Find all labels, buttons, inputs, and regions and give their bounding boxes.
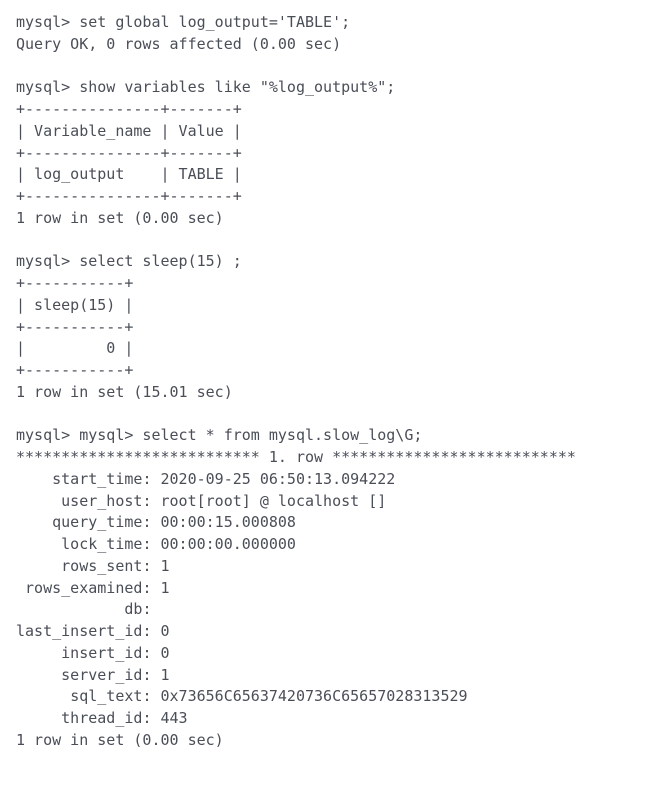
field-query-time: query_time: 00:00:15.000808 bbox=[16, 513, 296, 531]
field-rows-examined: rows_examined: 1 bbox=[16, 579, 170, 597]
cmd-2-border-mid: +---------------+-------+ bbox=[16, 144, 242, 162]
field-lock-time: lock_time: 00:00:00.000000 bbox=[16, 535, 296, 553]
cmd-line-2: mysql> show variables like "%log_output%… bbox=[16, 78, 395, 96]
field-last-insert-id: last_insert_id: 0 bbox=[16, 622, 170, 640]
cmd-2-border-top: +---------------+-------+ bbox=[16, 100, 242, 118]
field-sql-text: sql_text: 0x73656C65637420736C6565702831… bbox=[16, 687, 468, 705]
cmd-2-row-0: | log_output | TABLE | bbox=[16, 165, 242, 183]
field-rows-sent: rows_sent: 1 bbox=[16, 557, 170, 575]
field-insert-id: insert_id: 0 bbox=[16, 644, 170, 662]
cmd-3-border-mid: +-----------+ bbox=[16, 318, 133, 336]
field-user-host: user_host: root[root] @ localhost [] bbox=[16, 492, 386, 510]
cmd-1-result: Query OK, 0 rows affected (0.00 sec) bbox=[16, 35, 341, 53]
cmd-3-footer: 1 row in set (15.01 sec) bbox=[16, 383, 233, 401]
cmd-line-1: mysql> set global log_output='TABLE'; bbox=[16, 13, 350, 31]
cmd-3-border-bot: +-----------+ bbox=[16, 361, 133, 379]
cmd-3-header: | sleep(15) | bbox=[16, 296, 133, 314]
cmd-4-row-header: *************************** 1. row *****… bbox=[16, 448, 576, 466]
cmd-line-3: mysql> select sleep(15) ; bbox=[16, 252, 242, 270]
cmd-2-header: | Variable_name | Value | bbox=[16, 122, 242, 140]
field-server-id: server_id: 1 bbox=[16, 666, 170, 684]
field-thread-id: thread_id: 443 bbox=[16, 709, 188, 727]
cmd-2-footer: 1 row in set (0.00 sec) bbox=[16, 209, 224, 227]
cmd-line-4: mysql> mysql> select * from mysql.slow_l… bbox=[16, 426, 422, 444]
cmd-4-footer: 1 row in set (0.00 sec) bbox=[16, 731, 224, 749]
cmd-3-border-top: +-----------+ bbox=[16, 274, 133, 292]
cmd-3-row-0: | 0 | bbox=[16, 339, 133, 357]
field-db: db: bbox=[16, 600, 161, 618]
field-start-time: start_time: 2020-09-25 06:50:13.094222 bbox=[16, 470, 395, 488]
cmd-2-border-bot: +---------------+-------+ bbox=[16, 187, 242, 205]
mysql-terminal-output: mysql> set global log_output='TABLE'; Qu… bbox=[0, 0, 648, 764]
